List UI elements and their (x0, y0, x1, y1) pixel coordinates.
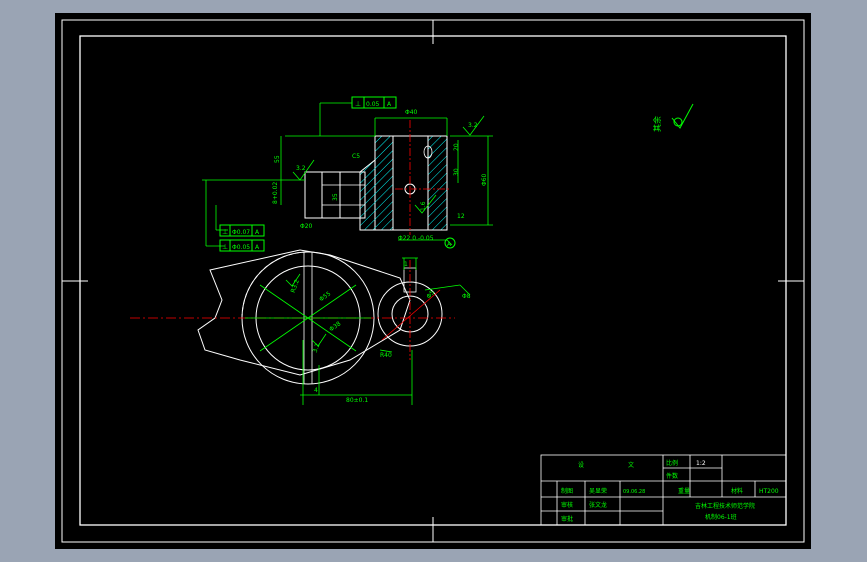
tb-material-value: HT200 (759, 488, 779, 495)
dim-chamfer: C5 (352, 153, 360, 160)
tb-draw: 制图 (561, 487, 573, 495)
front-hatch-right (427, 135, 448, 231)
dim-phi8: Φ8 (462, 293, 471, 300)
tb-school: 吉林工程技术师范学院 (695, 502, 755, 510)
tb-name: 文 (628, 461, 634, 469)
tb-approve: 审批 (561, 515, 573, 523)
dim-phi20: Φ20 (300, 223, 313, 230)
dim-slot: 1 (404, 261, 408, 268)
dim-h20: 20 (453, 143, 460, 151)
tb-checker-name: 张文龙 (589, 501, 607, 509)
roughness-label: 其余 (652, 116, 662, 132)
dim-s12: 12 (457, 213, 465, 220)
svg-text:0.05: 0.05 (366, 101, 380, 108)
tb-material-label: 材料 (731, 487, 743, 495)
tb-scale-label: 比例 (666, 459, 678, 467)
svg-text:Φ0.05: Φ0.05 (232, 244, 250, 251)
dim-h35: 35 (332, 193, 339, 201)
rough-right: 3.2 (468, 122, 478, 129)
tb-date: 09.06.28 (623, 489, 645, 495)
svg-text:⊥: ⊥ (355, 100, 361, 108)
cad-drawing-canvas[interactable]: 其余 A ⊥ 0.05 A ⊥ Φ0.07 A ⊥ Φ0.05 A Φ40 3.… (0, 0, 867, 562)
dim-phi60: Φ60 (481, 173, 488, 186)
dim-phi40: Φ40 (405, 109, 418, 116)
svg-text:⊥: ⊥ (222, 243, 228, 251)
dim-h30: 30 (453, 168, 460, 176)
dim-phi22: Φ22 0 -0.05 (398, 235, 434, 242)
rough-small: 1.6 (420, 201, 427, 211)
rough-left: 3.2 (296, 165, 306, 172)
tb-class: 机制06-1班 (705, 513, 737, 521)
dim-distance: 80±0.1 (346, 397, 368, 404)
tb-design: 设 (578, 461, 584, 469)
tb-scale-value: 1:2 (696, 460, 706, 467)
svg-text:Φ0.07: Φ0.07 (232, 229, 250, 236)
dim-h55: 55 (274, 155, 281, 163)
svg-text:⊥: ⊥ (222, 228, 228, 236)
tb-count-label: 件数 (666, 472, 678, 480)
tb-check: 审核 (561, 501, 573, 509)
dim-r40: R40 (380, 352, 392, 359)
dim-thread: 8+0.02 (272, 182, 279, 204)
tb-drawer-name: 吴显荣 (589, 487, 607, 495)
dim-4: 4 (314, 387, 318, 394)
paper (55, 13, 811, 549)
tb-weight: 重量 (678, 487, 690, 495)
